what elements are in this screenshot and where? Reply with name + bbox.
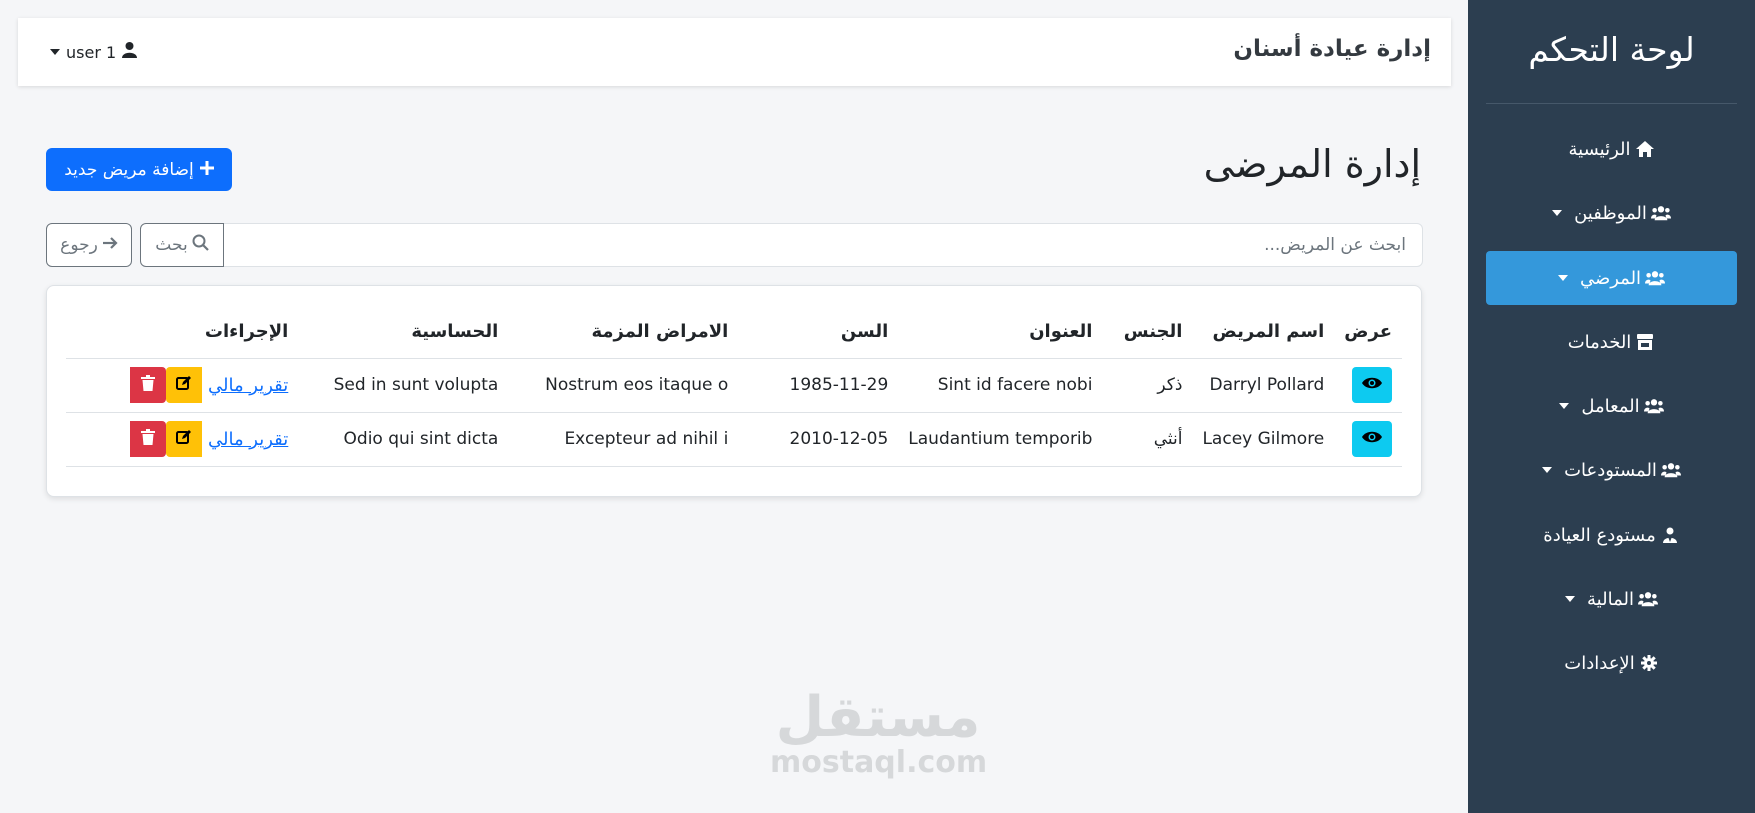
patient-age: 2010-12-05 <box>738 412 899 467</box>
trash-icon <box>140 374 155 396</box>
chevron-down-icon <box>1542 467 1553 473</box>
column-header-view: عرض <box>1334 306 1402 359</box>
sidebar-item-patients[interactable]: المرضي <box>1486 251 1737 305</box>
add-patient-button[interactable]: إضافة مريض جديد <box>46 148 232 191</box>
watermark: مستقل mostaql.com <box>770 685 988 780</box>
actions-cell: تقرير مالي <box>66 412 299 467</box>
store-icon <box>1635 332 1655 352</box>
sidebar-item-label: الإعدادات <box>1564 652 1635 674</box>
chevron-down-icon <box>1552 210 1563 216</box>
sidebar-item-settings[interactable]: الإعدادات <box>1486 636 1737 690</box>
eye-icon <box>1362 375 1382 395</box>
user-menu[interactable]: user 1 <box>50 42 138 62</box>
users-icon <box>1643 396 1664 416</box>
column-header-actions: الإجراءات <box>66 306 299 359</box>
view-cell <box>1334 358 1402 413</box>
sidebar-title: لوحة التحكم <box>1528 30 1695 69</box>
financial-report-link[interactable]: تقرير مالي <box>208 375 288 396</box>
add-patient-label: إضافة مريض جديد <box>64 159 194 180</box>
page-title: إدارة المرضى <box>1203 142 1421 186</box>
sidebar-item-label: المعامل <box>1581 395 1640 417</box>
sidebar-item-label: الموظفين <box>1574 202 1647 224</box>
view-button[interactable] <box>1352 367 1392 403</box>
edit-button[interactable] <box>165 421 202 457</box>
column-header-age: السن <box>738 306 899 359</box>
chevron-down-icon <box>1565 596 1576 602</box>
patient-allergy: Sed in sunt volupta <box>298 358 509 413</box>
chevron-down-icon <box>1557 275 1568 281</box>
back-button[interactable]: رجوع <box>46 223 132 267</box>
edit-button[interactable] <box>165 367 202 403</box>
delete-button[interactable] <box>129 367 166 403</box>
sidebar: لوحة التحكم الرئيسية الموظفين المرضي الخ… <box>1468 0 1755 813</box>
user-tie-icon <box>1660 525 1680 545</box>
financial-report-link[interactable]: تقرير مالي <box>208 429 288 450</box>
patient-gender: أنثي <box>1102 412 1193 467</box>
patient-name: Lacey Gilmore <box>1192 412 1335 467</box>
home-icon <box>1635 139 1655 159</box>
watermark-latin: mostaql.com <box>770 745 988 780</box>
sidebar-item-home[interactable]: الرئيسية <box>1486 122 1737 176</box>
patient-chronic: Nostrum eos itaque o <box>508 358 739 413</box>
users-icon <box>1637 589 1658 609</box>
column-header-name: اسم المريض <box>1192 306 1335 359</box>
search-button-label: بحث <box>155 235 188 255</box>
table-header-row: عرض اسم المريض الجنس العنوان السن الامرا… <box>66 306 1402 359</box>
patient-address: Laudantium temporib <box>898 412 1103 467</box>
column-header-gender: الجنس <box>1102 306 1193 359</box>
sidebar-item-label: مستودع العيادة <box>1543 524 1656 546</box>
app-title: إدارة عيادة أسنان <box>1233 36 1431 62</box>
top-navbar: إدارة عيادة أسنان user 1 <box>18 18 1451 86</box>
table-row: Lacey Gilmore أنثي Laudantium temporib 2… <box>66 412 1402 467</box>
sidebar-item-finance[interactable]: المالية <box>1486 572 1737 626</box>
search-button[interactable]: بحث <box>140 223 224 267</box>
table-row: Darryl Pollard ذكر Sint id facere nobi 1… <box>66 358 1402 413</box>
sidebar-item-services[interactable]: الخدمات <box>1486 315 1737 369</box>
patients-table: عرض اسم المريض الجنس العنوان السن الامرا… <box>66 306 1402 467</box>
delete-button[interactable] <box>129 421 166 457</box>
view-cell <box>1334 412 1402 467</box>
search-icon <box>192 234 209 256</box>
users-icon <box>1660 460 1681 480</box>
sidebar-item-clinic-warehouse[interactable]: مستودع العيادة <box>1486 508 1737 562</box>
sidebar-item-labs[interactable]: المعامل <box>1486 379 1737 433</box>
sidebar-item-label: الرئيسية <box>1568 138 1631 160</box>
eye-icon <box>1362 429 1382 449</box>
search-input[interactable] <box>223 223 1423 267</box>
watermark-arabic: مستقل <box>775 685 981 750</box>
users-icon <box>1650 203 1671 223</box>
patient-gender: ذكر <box>1102 358 1193 413</box>
patients-card: عرض اسم المريض الجنس العنوان السن الامرا… <box>46 285 1422 497</box>
sidebar-item-label: المالية <box>1587 588 1634 610</box>
sidebar-item-label: المرضي <box>1579 267 1642 289</box>
sidebar-item-warehouses[interactable]: المستودعات <box>1486 443 1737 497</box>
sidebar-divider <box>1486 103 1737 104</box>
patient-allergy: Odio qui sint dicta <box>298 412 509 467</box>
column-header-chronic: الامراض المزمة <box>508 306 739 359</box>
chevron-down-icon <box>1559 403 1570 409</box>
actions-cell: تقرير مالي <box>66 358 299 413</box>
sidebar-item-label: المستودعات <box>1564 459 1657 481</box>
arrow-right-icon <box>102 235 118 255</box>
patient-address: Sint id facere nobi <box>898 358 1103 413</box>
users-icon <box>1645 268 1666 288</box>
column-header-allergy: الحساسية <box>298 306 509 359</box>
user-icon <box>122 42 138 62</box>
column-header-address: العنوان <box>898 306 1103 359</box>
gear-icon <box>1639 653 1659 673</box>
patient-chronic: Excepteur ad nihil i <box>508 412 739 467</box>
chevron-down-icon <box>50 49 60 55</box>
sidebar-item-employees[interactable]: الموظفين <box>1486 186 1737 240</box>
edit-icon <box>175 375 192 396</box>
patient-name: Darryl Pollard <box>1192 358 1335 413</box>
view-button[interactable] <box>1352 421 1392 457</box>
back-button-label: رجوع <box>60 235 98 255</box>
sidebar-item-label: الخدمات <box>1567 331 1632 353</box>
plus-icon <box>199 160 214 180</box>
user-name: user 1 <box>66 42 117 62</box>
patient-age: 1985-11-29 <box>738 358 899 413</box>
edit-icon <box>175 429 192 450</box>
trash-icon <box>140 428 155 450</box>
